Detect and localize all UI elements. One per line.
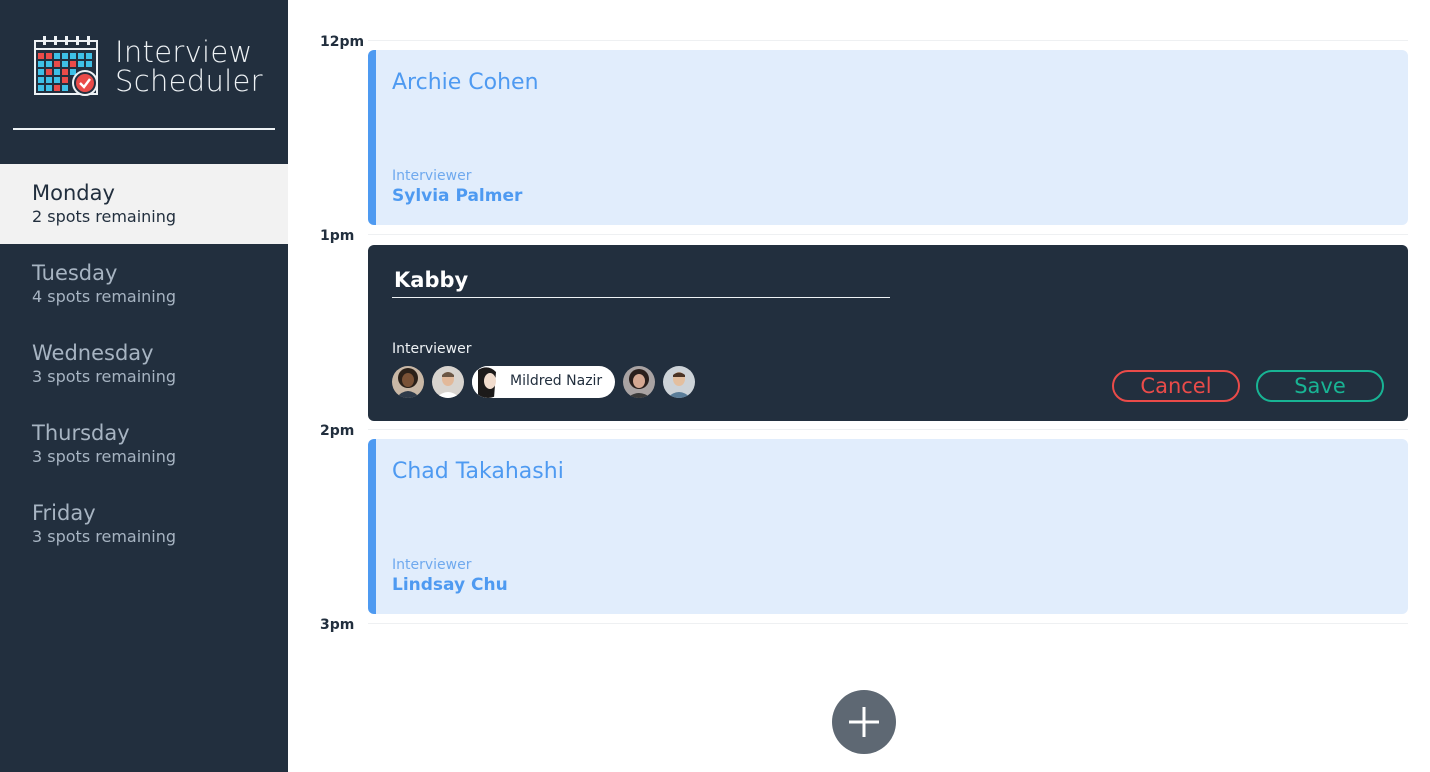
day-item-tuesday[interactable]: Tuesday 4 spots remaining [0, 244, 288, 324]
time-label: 2pm [320, 423, 355, 439]
plus-icon [849, 707, 879, 737]
app-title-line2: Scheduler [115, 64, 263, 98]
day-name: Monday [32, 181, 115, 205]
day-item-monday[interactable]: Monday 2 spots remaining [0, 164, 288, 244]
schedule: 12pm Archie Cohen Interviewer Sylvia Pal… [288, 0, 1430, 772]
day-spots: 3 spots remaining [32, 527, 177, 546]
day-item-friday[interactable]: Friday 3 spots remaining [0, 484, 288, 564]
day-spots: 3 spots remaining [32, 447, 177, 466]
day-name: Friday [32, 501, 96, 525]
interviewer-name: Lindsay Chu [392, 575, 508, 595]
day-spots: 4 spots remaining [32, 287, 177, 306]
hour-line [368, 40, 1408, 41]
appointment-form: Interviewer [368, 245, 1408, 421]
interviewer-avatar[interactable] [663, 366, 695, 398]
day-item-wednesday[interactable]: Wednesday 3 spots remaining [0, 324, 288, 404]
interviewer-avatar[interactable] [432, 366, 464, 398]
time-label: 3pm [320, 617, 355, 633]
hour-line [368, 234, 1408, 235]
day-name: Tuesday [32, 261, 118, 285]
student-name-input[interactable] [392, 265, 890, 298]
sidebar: Interview Scheduler Monday 2 spots remai… [0, 0, 288, 772]
interviewer-avatar[interactable] [392, 366, 424, 398]
app-title: Interview Scheduler [115, 38, 263, 96]
appointment-card[interactable]: Chad Takahashi Interviewer Lindsay Chu [368, 439, 1408, 614]
student-name: Chad Takahashi [392, 459, 564, 484]
selected-interviewer-chip[interactable]: Mildred Nazir [472, 366, 615, 398]
appointment-card[interactable]: Archie Cohen Interviewer Sylvia Palmer [368, 50, 1408, 225]
interviewer-name: Sylvia Palmer [392, 186, 523, 206]
sidebar-divider [13, 128, 275, 130]
time-label: 1pm [320, 228, 355, 244]
day-name: Wednesday [32, 341, 154, 365]
interviewer-label: Interviewer [392, 168, 472, 184]
save-button[interactable]: Save [1256, 370, 1384, 402]
hour-line [368, 429, 1408, 430]
hour-line [368, 623, 1408, 624]
day-spots: 3 spots remaining [32, 367, 177, 386]
day-spots: 2 spots remaining [32, 207, 177, 226]
cancel-button[interactable]: Cancel [1112, 370, 1240, 402]
student-name: Archie Cohen [392, 70, 539, 95]
app-title-line1: Interview [115, 35, 253, 69]
day-list: Monday 2 spots remaining Tuesday 4 spots… [0, 164, 288, 564]
interviewer-label: Interviewer [392, 557, 472, 573]
interviewer-avatar [472, 366, 504, 398]
selected-interviewer-name: Mildred Nazir [510, 373, 603, 389]
calendar-logo-icon [34, 36, 98, 96]
time-label: 12pm [320, 34, 365, 50]
day-item-thursday[interactable]: Thursday 3 spots remaining [0, 404, 288, 484]
interviewer-label: Interviewer [392, 341, 472, 357]
add-appointment-button[interactable] [832, 690, 896, 754]
day-name: Thursday [32, 421, 130, 445]
interviewer-avatar[interactable] [623, 366, 655, 398]
